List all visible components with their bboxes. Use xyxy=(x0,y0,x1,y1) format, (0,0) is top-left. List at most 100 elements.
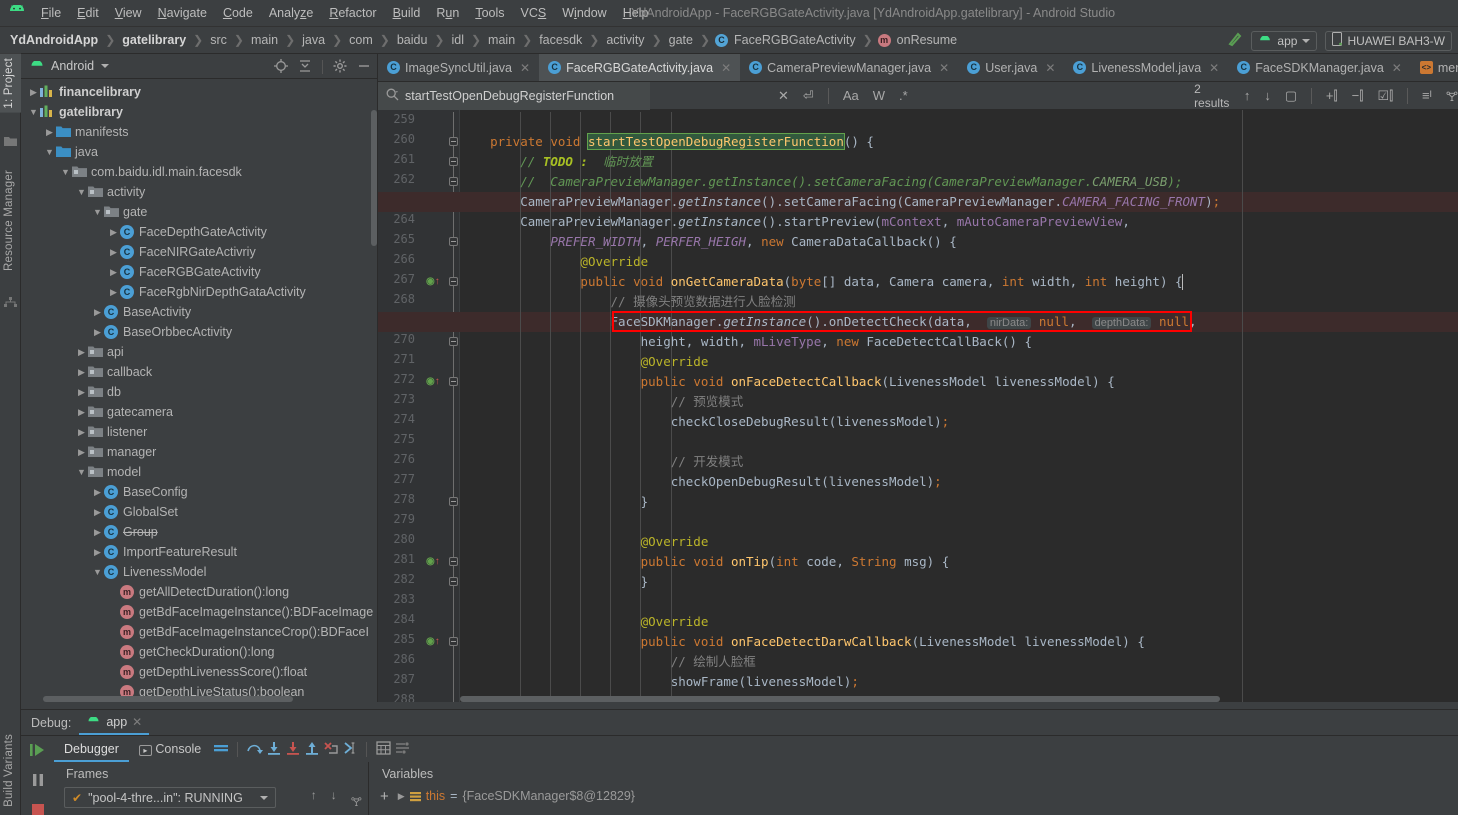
tree-node[interactable]: ▶ C BaseOrbbecActivity xyxy=(21,322,377,342)
code-line[interactable]: // CameraPreviewManager.getInstance().se… xyxy=(460,172,1182,192)
tree-node[interactable]: ▶ C ImportFeatureResult xyxy=(21,542,377,562)
fold-toggle-icon[interactable] xyxy=(449,497,458,506)
twisty-collapsed-icon[interactable]: ▶ xyxy=(43,127,56,138)
twisty-collapsed-icon[interactable]: ▶ xyxy=(91,307,104,318)
tab-console[interactable]: ▸ Console xyxy=(129,736,211,762)
twisty-collapsed-icon[interactable]: ▶ xyxy=(27,87,40,98)
project-vertical-scrollbar[interactable] xyxy=(371,110,377,246)
tree-node[interactable]: ▶ C FaceNIRGateActivriy xyxy=(21,242,377,262)
twisty-collapsed-icon[interactable]: ▶ xyxy=(91,547,104,558)
menu-analyze[interactable]: Analyze xyxy=(261,3,321,23)
step-into-icon[interactable] xyxy=(264,741,283,758)
breadcrumb-item-11[interactable]: gate xyxy=(667,32,695,48)
code-line[interactable]: // 开发模式 xyxy=(460,452,744,472)
close-icon[interactable]: ✕ xyxy=(132,715,142,729)
tree-node[interactable]: ▶ C BaseActivity xyxy=(21,302,377,322)
stop-icon[interactable] xyxy=(31,803,45,815)
breadcrumb-item-12[interactable]: FaceRGBGateActivity xyxy=(732,32,858,48)
hide-icon[interactable] xyxy=(357,59,371,75)
rail-item-resource-manager[interactable]: Resource Manager xyxy=(0,166,21,275)
tree-node[interactable]: ▼ com.baidu.idl.main.facesdk xyxy=(21,162,377,182)
step-over-icon[interactable] xyxy=(245,741,264,758)
down-icon[interactable]: ↓ xyxy=(331,788,337,813)
tab-debugger[interactable]: Debugger xyxy=(54,736,129,762)
tree-node[interactable]: ▶mgetAllDetectDuration():long xyxy=(21,582,377,602)
fold-toggle-icon[interactable] xyxy=(449,377,458,386)
select-all-icon[interactable]: ▢ xyxy=(1285,88,1297,104)
twisty-expanded-icon[interactable]: ▼ xyxy=(27,107,40,117)
tree-node[interactable]: ▶mgetDepthLivenessScore():float xyxy=(21,662,377,682)
twisty-collapsed-icon[interactable]: ▶ xyxy=(107,287,120,298)
code-line[interactable]: public void onTip(int code, String msg) … xyxy=(460,552,950,572)
menu-vcs[interactable]: VCS xyxy=(513,3,555,23)
implements-method-icon[interactable]: ◉↑ xyxy=(426,376,440,387)
implements-method-icon[interactable]: ◉↑ xyxy=(426,636,440,647)
code-line[interactable]: private void startTestOpenDebugRegisterF… xyxy=(460,132,874,152)
code-line[interactable]: @Override xyxy=(460,352,709,372)
add-watch-icon[interactable]: + xyxy=(370,788,398,805)
twisty-collapsed-icon[interactable]: ▶ xyxy=(91,487,104,498)
code-line[interactable]: @Override xyxy=(460,612,709,632)
rail-item-project[interactable]: 1: Project xyxy=(0,54,21,113)
code-line[interactable]: CameraPreviewManager.getInstance().setCa… xyxy=(460,192,1220,212)
code-line[interactable]: height, width, mLiveType, new FaceDetect… xyxy=(460,332,1032,352)
code-line[interactable]: CameraPreviewManager.getInstance().start… xyxy=(460,212,1130,232)
code-line[interactable]: public void onFaceDetectDarwCallback(Liv… xyxy=(460,632,1145,652)
code-line[interactable]: @Override xyxy=(460,252,648,272)
code-line[interactable]: public void onFaceDetectCallback(Livenes… xyxy=(460,372,1115,392)
whole-words-icon[interactable]: W xyxy=(873,88,885,103)
code-line[interactable]: // 摄像头预览数据进行人脸检测 xyxy=(460,292,796,312)
code-line[interactable]: public void onGetCameraData(byte[] data,… xyxy=(460,272,1182,292)
rail-item-build-variants[interactable]: Build Variants xyxy=(0,730,21,811)
tree-node[interactable]: ▶ C GlobalSet xyxy=(21,502,377,522)
menu-refactor[interactable]: Refactor xyxy=(321,3,384,23)
tree-node[interactable]: ▶ C FaceDepthGateActivity xyxy=(21,222,377,242)
tree-node[interactable]: ▶ callback xyxy=(21,362,377,382)
tree-node[interactable]: ▼ activity xyxy=(21,182,377,202)
match-case-icon[interactable]: Aa xyxy=(843,88,859,103)
layout-settings-icon[interactable] xyxy=(393,741,412,758)
code-line[interactable]: // 预览模式 xyxy=(460,392,744,412)
tree-node[interactable]: ▼ model xyxy=(21,462,377,482)
editor-tab-bar[interactable]: C ImageSyncUtil.java ✕ C FaceRGBGateActivity… xyxy=(378,54,1458,82)
debug-session-tab[interactable]: app ✕ xyxy=(79,710,150,735)
menu-navigate[interactable]: Navigate xyxy=(150,3,215,23)
thread-selector[interactable]: ✔ "pool-4-thre...in": RUNNING xyxy=(64,787,276,808)
twisty-collapsed-icon[interactable]: ▶ xyxy=(75,367,88,378)
menu-build[interactable]: Build xyxy=(385,3,429,23)
device-selector[interactable]: HUAWEI BAH3-W xyxy=(1325,30,1452,51)
breadcrumb-item-13[interactable]: onResume xyxy=(895,32,959,48)
close-icon[interactable]: ✕ xyxy=(1209,61,1219,75)
code-line[interactable]: PREFER_WIDTH, PERFER_HEIGH, new CameraDa… xyxy=(460,232,956,252)
tree-node[interactable]: ▶ C BaseConfig xyxy=(21,482,377,502)
tree-node[interactable]: ▶ manager xyxy=(21,442,377,462)
fold-toggle-icon[interactable] xyxy=(449,237,458,246)
twisty-collapsed-icon[interactable]: ▶ xyxy=(75,427,88,438)
tree-node[interactable]: ▶ api xyxy=(21,342,377,362)
code-line[interactable]: } xyxy=(460,492,649,512)
twisty-expanded-icon[interactable]: ▼ xyxy=(75,467,88,477)
twisty-expanded-icon[interactable]: ▼ xyxy=(43,147,56,157)
menu-tools[interactable]: Tools xyxy=(467,3,512,23)
tree-node[interactable]: ▶mgetCheckDuration():long xyxy=(21,642,377,662)
breadcrumb-item-0[interactable]: YdAndroidApp xyxy=(8,32,100,48)
close-icon[interactable]: ✕ xyxy=(721,61,731,75)
code-line[interactable]: // TODO : 临时放置 xyxy=(460,152,653,172)
drop-frame-icon[interactable] xyxy=(321,741,340,758)
breadcrumb-item-8[interactable]: main xyxy=(486,32,517,48)
editor-tab[interactable]: C FaceSDKManager.java ✕ xyxy=(1228,54,1411,81)
tree-node[interactable]: ▼ gatelibrary xyxy=(21,102,377,122)
editor-horizontal-scrollbar[interactable] xyxy=(460,696,1220,702)
menu-view[interactable]: View xyxy=(107,3,150,23)
fold-toggle-icon[interactable] xyxy=(449,637,458,646)
breadcrumb-item-1[interactable]: gatelibrary xyxy=(120,32,188,48)
search-input[interactable]: startTestOpenDebugRegisterFunction xyxy=(378,81,651,110)
resource-icon[interactable] xyxy=(4,297,17,310)
implements-method-icon[interactable]: ◉↑ xyxy=(426,556,440,567)
locate-icon[interactable] xyxy=(274,58,288,75)
twisty-collapsed-icon[interactable]: ▶ xyxy=(91,507,104,518)
fold-toggle-icon[interactable] xyxy=(449,137,458,146)
hammer-icon[interactable] xyxy=(1227,31,1243,51)
fold-toggle-icon[interactable] xyxy=(449,577,458,586)
twisty-expanded-icon[interactable]: ▼ xyxy=(59,167,72,177)
